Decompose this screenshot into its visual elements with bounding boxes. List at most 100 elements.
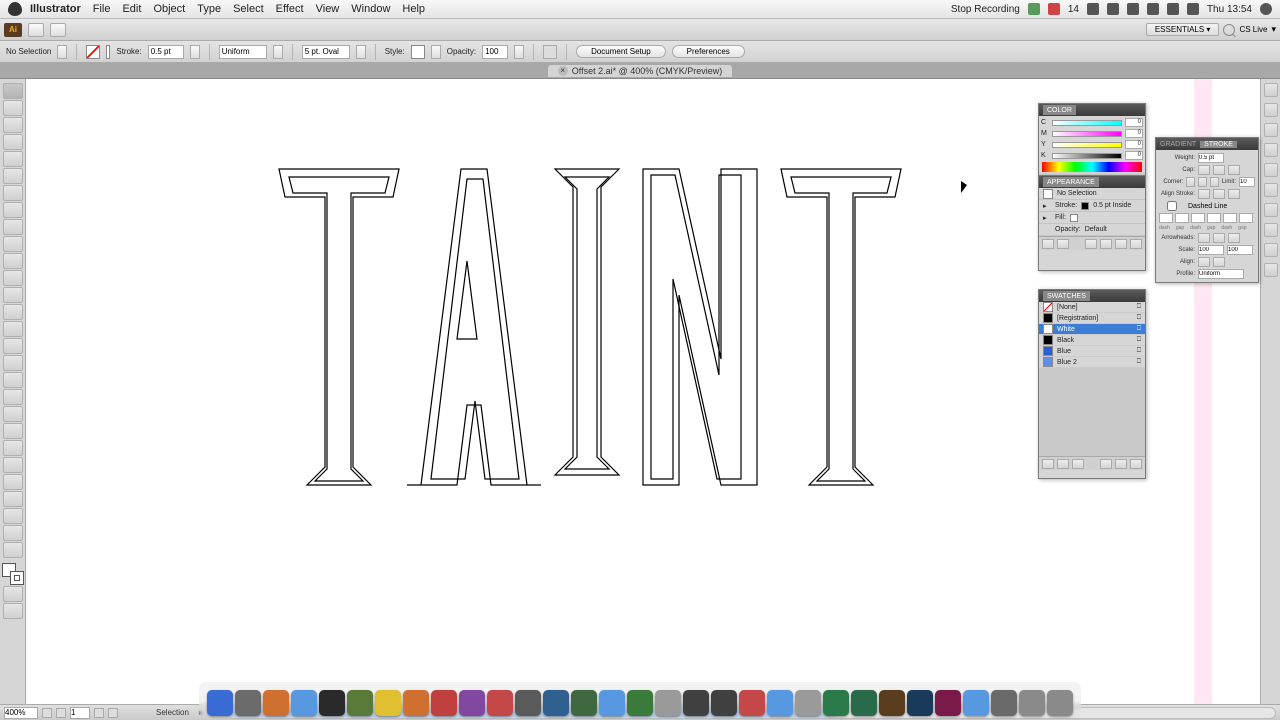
trash-icon[interactable] xyxy=(1130,459,1142,469)
yellow-slider[interactable] xyxy=(1052,142,1122,148)
slice-tool[interactable] xyxy=(3,508,23,524)
dock-app[interactable] xyxy=(1047,690,1073,716)
dock-app[interactable] xyxy=(851,690,877,716)
gap-2[interactable] xyxy=(1207,213,1221,223)
app-menu[interactable]: Illustrator xyxy=(30,3,81,15)
eraser-tool[interactable] xyxy=(3,270,23,286)
panel-tab-color[interactable]: COLOR xyxy=(1043,105,1076,115)
workspace-switcher[interactable]: ESSENTIALS ▾ xyxy=(1146,23,1220,36)
paintbrush-tool[interactable] xyxy=(3,219,23,235)
gap-3[interactable] xyxy=(1239,213,1253,223)
pen-tool[interactable] xyxy=(3,151,23,167)
dashed-line-checkbox[interactable] xyxy=(1159,201,1185,211)
fill-stroke-control[interactable] xyxy=(2,563,24,585)
menu-view[interactable]: View xyxy=(316,3,340,15)
arrow-scale-1[interactable] xyxy=(1198,245,1224,255)
swatches-panel[interactable]: SWATCHES [None]⎕[Registration]⎕White⎕Bla… xyxy=(1038,289,1146,479)
dash-3[interactable] xyxy=(1223,213,1237,223)
dock-app[interactable] xyxy=(823,690,849,716)
stop-recording[interactable]: Stop Recording xyxy=(951,4,1020,15)
dock-app[interactable] xyxy=(347,690,373,716)
dock-app[interactable] xyxy=(627,690,653,716)
hand-tool[interactable] xyxy=(3,525,23,541)
nav-prev[interactable] xyxy=(56,708,66,718)
add-stroke-icon[interactable] xyxy=(1042,239,1054,249)
preferences-button[interactable]: Preferences xyxy=(672,45,745,58)
dock-app[interactable] xyxy=(515,690,541,716)
bluetooth-icon[interactable] xyxy=(1127,3,1139,15)
cap-round[interactable] xyxy=(1213,165,1225,175)
new-swatch-icon[interactable] xyxy=(1115,459,1127,469)
profile-select[interactable] xyxy=(1198,269,1244,279)
arrow-swap[interactable] xyxy=(1213,233,1225,243)
type-tool[interactable] xyxy=(3,168,23,184)
align-outside[interactable] xyxy=(1228,189,1240,199)
swatch-row[interactable]: White⎕ xyxy=(1039,324,1145,335)
clear-icon[interactable] xyxy=(1100,239,1112,249)
dock-app[interactable] xyxy=(935,690,961,716)
symbol-sprayer-tool[interactable] xyxy=(3,457,23,473)
color-panel[interactable]: COLOR C0 M0 Y0 K0 xyxy=(1038,103,1146,176)
menu-effect[interactable]: Effect xyxy=(276,3,304,15)
swatch-libs-icon[interactable] xyxy=(1042,459,1054,469)
direct-selection-tool[interactable] xyxy=(3,100,23,116)
fx-icon[interactable] xyxy=(1085,239,1097,249)
eyedropper-tool[interactable] xyxy=(3,423,23,439)
screen-mode-icon[interactable] xyxy=(3,603,23,619)
opacity-input[interactable] xyxy=(482,45,508,59)
dock-app[interactable] xyxy=(375,690,401,716)
arrow-start[interactable] xyxy=(1198,233,1210,243)
profile-dd[interactable] xyxy=(273,45,283,59)
nav-first[interactable] xyxy=(42,708,52,718)
document-setup-button[interactable]: Document Setup xyxy=(576,45,666,58)
panel-icon[interactable] xyxy=(1264,123,1278,137)
selection-tool[interactable] xyxy=(3,83,23,99)
panel-tab-stroke[interactable]: STROKE xyxy=(1200,141,1237,148)
document-tab[interactable]: × Offset 2.ai* @ 400% (CMYK/Preview) xyxy=(548,65,733,77)
style-swatch[interactable] xyxy=(411,45,425,59)
magic-wand-tool[interactable] xyxy=(3,117,23,133)
recolor-icon[interactable] xyxy=(543,45,557,59)
corner-bevel[interactable] xyxy=(1210,177,1219,187)
dock-app[interactable] xyxy=(963,690,989,716)
trash-icon[interactable] xyxy=(1130,239,1142,249)
stroke-swatch[interactable] xyxy=(106,45,110,59)
lasso-tool[interactable] xyxy=(3,134,23,150)
appearance-panel[interactable]: APPEARANCE No Selection ▸Stroke:0.5 pt I… xyxy=(1038,175,1146,271)
stroke-dd[interactable] xyxy=(190,45,200,59)
corner-round[interactable] xyxy=(1198,177,1207,187)
dock-app[interactable] xyxy=(991,690,1017,716)
dock-app[interactable] xyxy=(655,690,681,716)
spectrum-picker[interactable] xyxy=(1042,162,1142,172)
dock-app[interactable] xyxy=(767,690,793,716)
dock-app[interactable] xyxy=(459,690,485,716)
shape-builder-tool[interactable] xyxy=(3,355,23,371)
menu-object[interactable]: Object xyxy=(153,3,185,15)
zoom-tool[interactable] xyxy=(3,542,23,558)
dock-app[interactable] xyxy=(291,690,317,716)
selection-dropdown[interactable] xyxy=(57,45,67,59)
dock-app[interactable] xyxy=(543,690,569,716)
menu-help[interactable]: Help xyxy=(402,3,425,15)
flag-icon[interactable] xyxy=(1048,3,1060,15)
search-icon[interactable] xyxy=(1223,24,1235,36)
blend-tool[interactable] xyxy=(3,440,23,456)
duplicate-icon[interactable] xyxy=(1115,239,1127,249)
style-dd[interactable] xyxy=(431,45,441,59)
dash-2[interactable] xyxy=(1191,213,1205,223)
arrow-scale-2[interactable] xyxy=(1227,245,1253,255)
stroke-weight[interactable] xyxy=(1198,153,1224,163)
battery-icon[interactable] xyxy=(1187,3,1199,15)
dock-app[interactable] xyxy=(907,690,933,716)
swatch-row[interactable]: [None]⎕ xyxy=(1039,302,1145,313)
panel-icon[interactable] xyxy=(1264,103,1278,117)
menu-type[interactable]: Type xyxy=(197,3,221,15)
dock-app[interactable] xyxy=(683,690,709,716)
perspective-tool[interactable] xyxy=(3,372,23,388)
dock-app[interactable] xyxy=(711,690,737,716)
dock-app[interactable] xyxy=(263,690,289,716)
dock-app[interactable] xyxy=(235,690,261,716)
opacity-dd[interactable] xyxy=(514,45,524,59)
color-mode-icon[interactable] xyxy=(3,586,23,602)
zoom-input[interactable] xyxy=(4,707,38,719)
